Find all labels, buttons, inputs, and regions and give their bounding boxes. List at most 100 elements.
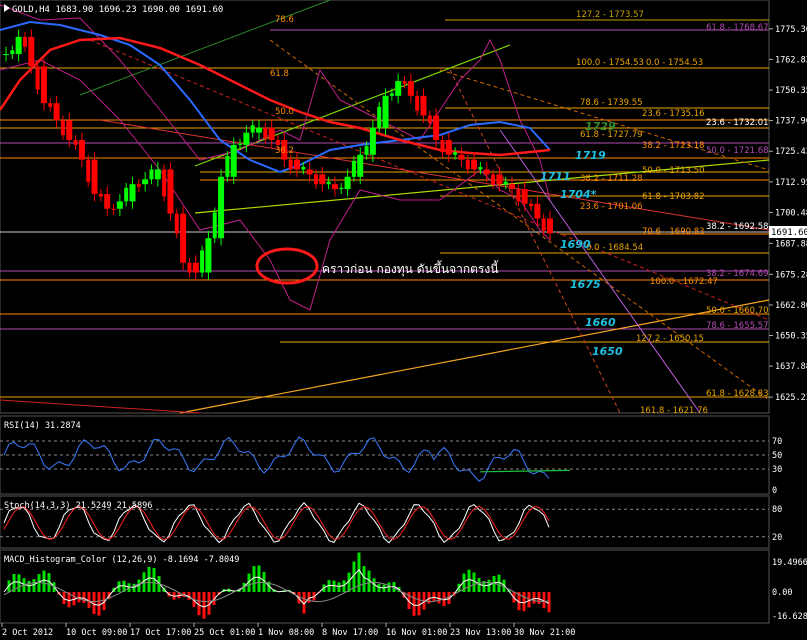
candle-body [136, 184, 141, 187]
fib-label: 38.2 - 1674.69 [706, 269, 769, 279]
macd-tick-label: -16.6283 [772, 612, 807, 622]
candle-body [250, 125, 255, 133]
fib-label: 61.8 - 1628.83 [706, 389, 769, 399]
price-tick-label: 1750.35 [775, 86, 807, 96]
candle-body [369, 127, 376, 155]
candle-body [205, 238, 212, 273]
candle-body [53, 103, 60, 121]
candle-body [301, 167, 306, 170]
fib-label: 38.2 [275, 146, 294, 156]
candle-body [395, 81, 402, 96]
candle-body [180, 213, 187, 263]
candle-body [478, 167, 483, 170]
chart-collapse-icon[interactable] [4, 4, 10, 12]
price-tick-label: 1637.88 [775, 362, 807, 372]
time-tick-label: 1 Nov 08:00 [258, 628, 314, 638]
candle-body [60, 120, 65, 136]
macd-histogram-bar [42, 570, 46, 592]
fib-label: 0.0 - 1684.54 [586, 243, 643, 253]
rsi-tick-label: 70 [772, 437, 782, 447]
price-tick-label: 1762.83 [775, 55, 807, 65]
fib-label: 70.6 - 1690.83 [642, 227, 705, 237]
candle-body [433, 115, 440, 140]
candle-body [516, 189, 521, 202]
candle-body [162, 169, 167, 197]
candle-body [483, 169, 490, 175]
candle-body [66, 120, 73, 140]
macd-histogram-bar [412, 592, 416, 616]
fib-label: 127.2 - 1650.15 [636, 334, 704, 344]
macd-histogram-bar [547, 592, 551, 613]
fib-label: 38.2 - 1692.58 [706, 222, 769, 232]
candle-body [465, 159, 470, 170]
price-tick-label: 1662.80 [775, 301, 807, 311]
stoch-title: Stoch(14,3,3) 21.5249 21.5896 [4, 501, 152, 511]
price-tick-label: 1687.88 [775, 239, 807, 249]
candle-body [268, 127, 275, 140]
price-tick-label: 1675.28 [775, 270, 807, 280]
candle-body [445, 140, 452, 155]
time-tick-label: 23 Nov 13:00 [450, 628, 511, 638]
macd-histogram-bar [332, 580, 336, 592]
candle-body [200, 250, 205, 273]
candle-body [420, 95, 427, 116]
macd-histogram-bar [82, 592, 86, 603]
fib-label: 100.0 - 1754.53 [576, 58, 644, 68]
candle-body [263, 127, 268, 139]
macd-histogram-bar [417, 592, 421, 616]
candle-body [174, 213, 179, 234]
candle-body [382, 95, 389, 128]
macd-line [3, 569, 550, 608]
candle-body [344, 176, 351, 190]
level-label: 1711 [540, 170, 571, 183]
candle-body [453, 152, 458, 155]
macd-histogram-bar [467, 569, 471, 592]
candle-body [73, 140, 78, 145]
rsi-title: RSI(14) 31.2874 [4, 421, 81, 431]
candle-body [40, 66, 47, 104]
macd-histogram-bar [337, 582, 341, 592]
candle-body [15, 36, 22, 55]
fib-label: 38.2 - 1723.18 [642, 141, 705, 151]
candle-body [111, 208, 116, 210]
candle-body [167, 169, 174, 214]
chart-canvas[interactable]: 1775.30 1762.83 1750.35 1737.90 1725.43 1712.… [0, 0, 807, 640]
candle-body [547, 218, 553, 234]
candle-body [326, 181, 331, 185]
moving-average-slow [0, 36, 551, 157]
time-tick-label: 8 Nov 17:00 [322, 628, 378, 638]
candle-body [238, 143, 243, 145]
highlight-circle [255, 247, 319, 285]
candle-body [48, 103, 53, 107]
rsi-tick-label: 30 [772, 465, 782, 475]
candle-body [306, 169, 313, 175]
fib-label: 50.0 - 1713.50 [642, 166, 705, 176]
time-tick-label: 16 Nov 01:00 [386, 628, 447, 638]
candle-body [212, 212, 217, 239]
candle-body [458, 154, 465, 160]
level-label: 1729 [585, 120, 616, 133]
level-label: 1719 [575, 149, 606, 162]
candle-body [471, 159, 478, 170]
macd-histogram-bar [537, 592, 541, 604]
fib-label: 61.8 - 1768.67 [706, 23, 769, 33]
time-tick-label: 10 Oct 09:00 [66, 628, 127, 638]
macd-tick-label: 0.00 [772, 588, 792, 598]
current-price-label: 1691.60 [771, 228, 807, 238]
macd-histogram-bar [97, 592, 101, 616]
candle-body [3, 54, 9, 56]
trading-chart-window[interactable]: 1775.30 1762.83 1750.35 1737.90 1725.43 1712.… [0, 0, 807, 640]
macd-histogram-bar [17, 574, 21, 592]
fib-label: 23.6 - 1735.16 [642, 109, 705, 119]
candle-body [357, 154, 364, 177]
fib-label: 78.6 [275, 15, 294, 25]
candle-body [256, 127, 263, 133]
level-labels: 1729 1719 1711 1704* 1690 1675 1660 1650 [540, 120, 623, 358]
candle-body [10, 50, 15, 55]
price-tick-label: 1725.43 [775, 147, 807, 157]
macd-histogram-bar [32, 579, 36, 592]
candle-body [339, 187, 344, 190]
rsi-tick-label: 50 [772, 451, 782, 461]
candle-body [377, 106, 382, 128]
candle-body [415, 95, 420, 111]
